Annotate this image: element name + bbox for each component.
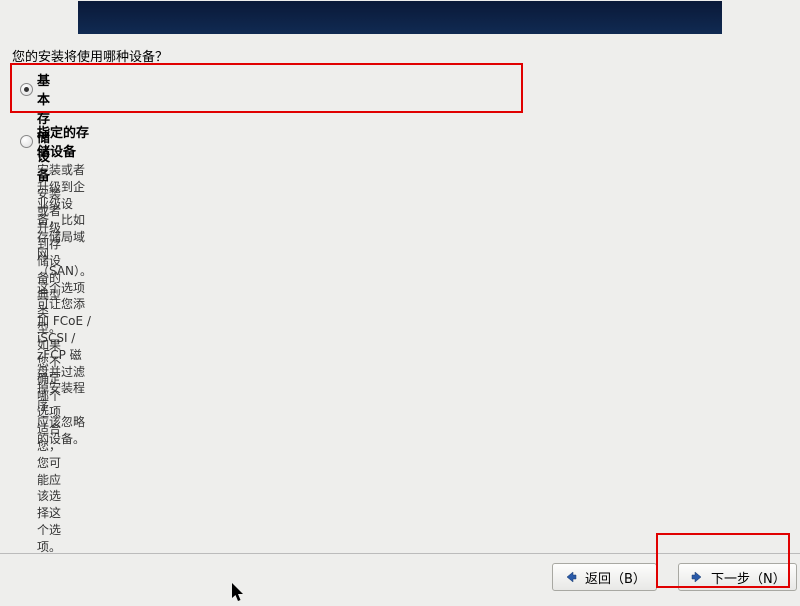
highlight-box-option (10, 63, 523, 113)
back-button[interactable]: 返回（B） (552, 563, 657, 591)
arrow-right-icon (689, 569, 705, 585)
cursor-icon (232, 583, 246, 603)
option-specified-desc: 安装或者升级到企业级设备，比如存储局域网（SAN）。这个选项可让您添加 FCoE… (37, 162, 92, 448)
header-bar (78, 1, 722, 34)
option-specified-title: 指定的存储设备 (37, 122, 92, 160)
page-question: 您的安装将使用哪种设备？ (12, 46, 168, 65)
arrow-left-icon (563, 569, 579, 585)
bottom-bar: 返回（B） 下一步（N） (0, 553, 800, 600)
back-button-label: 返回（B） (585, 568, 646, 587)
radio-basic[interactable] (20, 83, 33, 96)
next-button[interactable]: 下一步（N） (678, 563, 797, 591)
next-button-label: 下一步（N） (711, 568, 786, 587)
radio-specified[interactable] (20, 135, 33, 148)
